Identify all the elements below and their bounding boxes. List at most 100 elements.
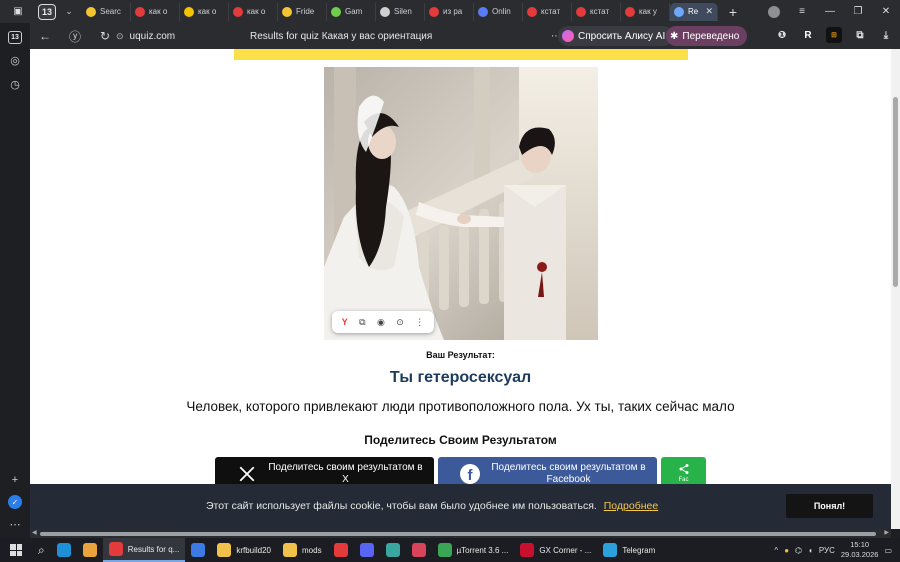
close-tab-icon[interactable]: ✕ bbox=[705, 6, 713, 17]
download-icon[interactable]: ⤓ bbox=[878, 27, 894, 43]
tab-8[interactable]: Onlin bbox=[474, 2, 523, 21]
cookie-text-wrap: Этот сайт использует файлы cookie, чтобы… bbox=[206, 500, 658, 512]
facebook-logo-icon: f bbox=[452, 457, 488, 484]
tray-app-icon[interactable]: ● bbox=[784, 546, 789, 555]
restore-icon[interactable]: ❐ bbox=[844, 6, 872, 17]
yandex-icon bbox=[625, 6, 635, 17]
language-indicator[interactable]: РУС bbox=[819, 546, 835, 555]
sidebar-tabs-badge[interactable]: 13 bbox=[8, 31, 22, 44]
yandex-search-image-icon[interactable]: Y bbox=[342, 317, 348, 327]
banner-strip bbox=[234, 49, 688, 60]
more-vertical-icon[interactable]: ⋮ bbox=[415, 317, 424, 328]
taskbar-app-12[interactable]: Telegram bbox=[597, 538, 661, 562]
tab-6[interactable]: Silen bbox=[376, 2, 425, 21]
taskbar-app-0[interactable] bbox=[51, 538, 77, 562]
taskbar-app-3[interactable] bbox=[185, 538, 211, 562]
check-icon[interactable]: ✓ bbox=[8, 495, 22, 509]
history-icon[interactable]: ◷ bbox=[7, 76, 23, 92]
tab-5[interactable]: Gam bbox=[327, 2, 376, 21]
vertical-scrollbar[interactable] bbox=[891, 49, 900, 529]
taskbar-app-7[interactable] bbox=[354, 538, 380, 562]
result-description: Человек, которого привлекают люди против… bbox=[186, 399, 735, 414]
yandex-icon bbox=[527, 6, 537, 17]
lens-icon[interactable]: ⊙ bbox=[396, 317, 404, 328]
taskbar-apps: Results for q... krfbuild20 mods µTorrent 3… bbox=[51, 538, 662, 562]
add-icon[interactable]: + bbox=[7, 472, 23, 488]
address-bar[interactable]: ⊙ uquiz.com Results for quiz Какая у вас… bbox=[112, 26, 582, 46]
extension-b-icon[interactable]: ❶ bbox=[774, 27, 790, 43]
tab-9[interactable]: кстат bbox=[523, 2, 572, 21]
more-icon[interactable]: ⋯ bbox=[7, 516, 23, 532]
extension-r-icon[interactable]: R bbox=[800, 27, 816, 43]
translate-icon: ✱ bbox=[670, 30, 679, 42]
translate-image-icon[interactable]: ⧉ bbox=[359, 317, 365, 328]
share-x-button[interactable]: Поделитесь своим результатом в X bbox=[215, 457, 434, 484]
scroll-left-icon[interactable]: ◀ bbox=[32, 529, 37, 536]
ask-alice-button[interactable]: Спросить Алису AI bbox=[558, 26, 674, 46]
x-logo-icon bbox=[229, 457, 265, 484]
tab-3[interactable]: как о bbox=[229, 2, 278, 21]
yandex-shield-icon[interactable]: ⓨ bbox=[66, 27, 84, 45]
tab-4[interactable]: Fride bbox=[278, 2, 327, 21]
profile-avatar-icon[interactable] bbox=[768, 5, 780, 18]
yandex-icon bbox=[135, 6, 145, 17]
taskbar-app-11[interactable]: GX Corner - ... bbox=[514, 538, 597, 562]
tab-label: Silen bbox=[394, 7, 412, 16]
extension-gold-icon[interactable]: ⊞ bbox=[826, 27, 842, 43]
tab-2[interactable]: как о bbox=[180, 2, 229, 21]
tab-label: как о bbox=[198, 7, 217, 16]
tray-chevron-icon[interactable]: ^ bbox=[774, 546, 778, 555]
menu-icon[interactable]: ≡ bbox=[788, 6, 816, 17]
translated-button[interactable]: ✱ Переведено bbox=[666, 26, 748, 46]
taskbar-app-10[interactable]: µTorrent 3.6 ... bbox=[432, 538, 515, 562]
taskbar-app-9[interactable] bbox=[406, 538, 432, 562]
share-facebook-button[interactable]: f Поделитесь своим результатом в Faceboo… bbox=[438, 457, 657, 484]
taskbar-app-2[interactable]: Results for q... bbox=[102, 538, 186, 562]
tab-10[interactable]: кстат bbox=[572, 2, 621, 21]
address-toolbar: ← ⓨ ↻ ⊙ uquiz.com Results for quiz Какая… bbox=[30, 23, 900, 49]
scroll-right-icon[interactable]: ▶ bbox=[884, 529, 889, 536]
share-more-label: Fac bbox=[678, 477, 689, 483]
screenshot-icon[interactable]: ◎ bbox=[7, 52, 23, 68]
result-label: Ваш Результат: bbox=[426, 350, 495, 360]
tab-11[interactable]: как у bbox=[621, 2, 670, 21]
taskbar-app-1[interactable] bbox=[77, 538, 103, 562]
horizontal-scrollbar[interactable]: ◀ ▶ bbox=[30, 529, 891, 538]
close-window-icon[interactable]: ✕ bbox=[872, 6, 900, 17]
result-image[interactable] bbox=[324, 67, 598, 340]
view-image-icon[interactable]: ◉ bbox=[377, 317, 385, 328]
tab-panel-icon[interactable]: ▣ bbox=[8, 3, 28, 21]
share-more-button[interactable]: Fac bbox=[661, 457, 706, 484]
page-viewport: Y ⧉ ◉ ⊙ ⋮ Ваш Результат: Ты гетеросексуа… bbox=[30, 49, 891, 484]
tab-label: кстат bbox=[541, 7, 561, 16]
chevron-down-icon[interactable]: ⌄ bbox=[62, 4, 76, 20]
clock[interactable]: 15:10 29.03.2026 bbox=[841, 540, 879, 560]
minimize-icon[interactable]: — bbox=[816, 6, 844, 17]
horizontal-scroll-thumb[interactable] bbox=[40, 532, 876, 536]
windows-start-icon[interactable] bbox=[10, 544, 22, 556]
tab-7[interactable]: из ра bbox=[425, 2, 474, 21]
network-icon[interactable]: ⌬ bbox=[795, 546, 802, 555]
folder-icon bbox=[217, 543, 232, 557]
taskbar-app-4[interactable]: krfbuild20 bbox=[211, 538, 277, 562]
lightning-icon bbox=[576, 6, 586, 17]
notifications-icon[interactable]: ▭ bbox=[884, 546, 892, 555]
cookie-accept-button[interactable]: Понял! bbox=[786, 494, 873, 518]
search-icon[interactable]: ⌕ bbox=[32, 538, 51, 562]
taskbar-app-5[interactable]: mods bbox=[277, 538, 328, 562]
taskbar-app-8[interactable] bbox=[380, 538, 406, 562]
taskbar-app-label: mods bbox=[302, 545, 322, 555]
volume-icon[interactable]: ◖ bbox=[808, 546, 813, 555]
extension-puzzle-icon[interactable]: ⧉ bbox=[852, 27, 868, 43]
tab-1[interactable]: как о bbox=[131, 2, 180, 21]
uquiz-icon bbox=[674, 6, 684, 17]
tab-12[interactable]: Re ✕ bbox=[670, 2, 718, 21]
site-info-icon[interactable]: ⊙ bbox=[116, 31, 124, 42]
cookie-more-link[interactable]: Подробнее bbox=[604, 500, 658, 512]
scrollbar-thumb[interactable] bbox=[893, 97, 898, 287]
back-icon[interactable]: ← bbox=[36, 27, 54, 45]
tab-0[interactable]: Searc bbox=[82, 2, 131, 21]
new-tab-button[interactable]: + bbox=[724, 3, 742, 21]
taskbar-app-6[interactable] bbox=[328, 538, 354, 562]
tab-counter[interactable]: 13 bbox=[38, 3, 56, 20]
